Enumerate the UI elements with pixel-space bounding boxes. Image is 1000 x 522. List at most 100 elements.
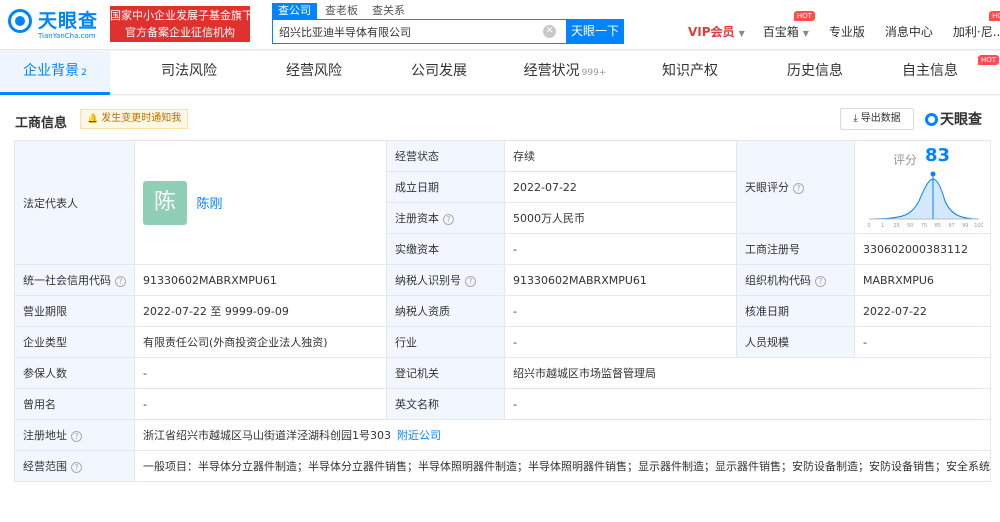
tab-intellectual-property[interactable]: 知识产权 <box>635 51 745 95</box>
insured-value: - <box>134 357 387 389</box>
help-icon[interactable]: ? <box>71 462 82 473</box>
address-value: 浙江省绍兴市越城区马山街道洋泾湖科创园1号303 <box>143 429 391 442</box>
tab-history-info[interactable]: 历史信息 <box>760 51 870 95</box>
hot-badge: HOT <box>977 55 999 65</box>
vip-label: VIP会员 <box>688 24 735 39</box>
tab-label: 历史信息 <box>787 63 843 79</box>
english-name-label: 英文名称 <box>386 388 505 420</box>
clear-icon[interactable]: ✕ <box>543 25 556 38</box>
treasure-box-menu[interactable]: 百宝箱 ▼ HOT <box>762 10 815 40</box>
user-name: 加利·尼... <box>952 24 1000 39</box>
reg-capital-value: 5000万人民币 <box>504 202 737 234</box>
top-header: 天眼查 TianYanCha.com 国家中小企业发展子基金旗下 官方备案企业征… <box>0 0 1000 50</box>
former-name-value: - <box>134 388 387 420</box>
tab-label: 自主信息 <box>902 63 958 79</box>
tianyan-score-label-cell: 天眼评分? <box>736 140 855 234</box>
status-label: 经营状态 <box>386 140 505 172</box>
banner-line-1: 国家中小企业发展子基金旗下 <box>110 9 253 22</box>
credit-code-label: 统一社会信用代码 <box>23 274 111 287</box>
score-value: 83 <box>925 145 951 166</box>
pro-version-link[interactable]: 专业版 <box>829 23 865 40</box>
score-tick-label: 100 <box>974 223 983 229</box>
business-info-table: 法定代表人 陈 陈刚 经营状态 存续 天眼评分? 评分 83 0 1 25 50 75 8… <box>14 140 991 482</box>
tab-enterprise-background[interactable]: 企业背景 2 <box>0 51 110 95</box>
tab-business-status[interactable]: 经营状况 999+ <box>510 51 620 95</box>
official-banner[interactable]: 国家中小企业发展子基金旗下 官方备案企业征信机构 <box>110 6 253 42</box>
help-icon[interactable]: ? <box>465 276 476 287</box>
taxpayer-id-label: 纳税人识别号 <box>395 274 461 287</box>
tianyancha-logo[interactable]: 天眼查 TianYanCha.com <box>8 6 108 44</box>
tab-label: 企业背景 <box>23 63 80 79</box>
score-ticks: 0 1 25 50 75 85 97 99 100 <box>867 223 983 229</box>
org-code-label-cell: 组织机构代码? <box>736 264 855 296</box>
approval-date-label: 核准日期 <box>736 295 855 327</box>
paid-capital-label: 实缴资本 <box>386 233 505 265</box>
search-button[interactable]: 天眼一下 <box>566 19 624 44</box>
established-value: 2022-07-22 <box>504 171 737 203</box>
help-icon[interactable]: ? <box>443 214 454 225</box>
tab-count: 999+ <box>581 68 607 78</box>
help-icon[interactable]: ? <box>815 276 826 287</box>
tab-count: 2 <box>81 68 87 78</box>
help-icon[interactable]: ? <box>115 276 126 287</box>
legal-rep-label: 法定代表人 <box>14 140 135 265</box>
help-icon[interactable]: ? <box>793 183 804 194</box>
tab-label: 公司发展 <box>411 63 467 79</box>
tab-label: 司法风险 <box>161 63 217 79</box>
established-label: 成立日期 <box>386 171 505 203</box>
score-tick-label: 85 <box>935 223 941 229</box>
export-data-button[interactable]: ⤓ 导出数据 <box>840 108 914 130</box>
industry-value: - <box>504 326 737 358</box>
nearby-companies-link[interactable]: 附近公司 <box>397 429 441 442</box>
change-notify-button[interactable]: 🔔 发生变更时通知我 <box>80 109 189 129</box>
chevron-down-icon: ▼ <box>802 28 809 38</box>
header-nav: VIP会员▼ 百宝箱▼HOT 专业版 消息中心 加利·尼...HOT <box>688 10 1000 40</box>
message-center-link[interactable]: 消息中心 <box>885 23 933 40</box>
search-tab-company[interactable]: 查公司 <box>272 3 317 19</box>
org-code-label: 组织机构代码 <box>745 274 811 287</box>
user-account-menu[interactable]: 加利·尼... HOT <box>952 10 1000 40</box>
search-box: ✕ 天眼一下 <box>272 19 624 44</box>
tab-self-info[interactable]: 自主信息 HOT <box>875 51 999 95</box>
eye-logo-icon <box>925 113 938 126</box>
score-tick-label: 99 <box>962 223 968 229</box>
search-input[interactable] <box>273 20 535 43</box>
taxpayer-qual-label: 纳税人资质 <box>386 295 505 327</box>
search-tab-boss[interactable]: 查老板 <box>319 3 364 19</box>
scope-label: 经营范围 <box>23 460 67 473</box>
search-tab-relation[interactable]: 查关系 <box>366 3 411 19</box>
address-label: 注册地址 <box>23 429 67 442</box>
term-label: 营业期限 <box>14 295 135 327</box>
paid-capital-value: - <box>504 233 737 265</box>
business-info-panel: 工商信息 🔔 发生变更时通知我 ⤓ 导出数据 天眼查 法定代表人 陈 陈刚 经营状… <box>0 96 1000 522</box>
brand-watermark: 天眼查 <box>925 109 982 129</box>
taxpayer-qual-value: - <box>504 295 737 327</box>
hot-badge: HOT <box>989 10 1000 21</box>
score-tick-label: 97 <box>948 223 954 229</box>
help-icon[interactable]: ? <box>71 431 82 442</box>
score-tick-label: 75 <box>921 223 927 229</box>
logo-name: 天眼查 <box>38 10 99 32</box>
score-curve-area <box>868 178 980 220</box>
tab-judicial-risk[interactable]: 司法风险 <box>134 51 244 95</box>
legal-rep-name-link[interactable]: 陈刚 <box>197 197 223 212</box>
status-value: 存续 <box>504 140 737 172</box>
company-tabs: 企业背景 2 司法风险 经营风险 公司发展 经营状况 999+ 知识产权 历史信息 … <box>0 51 1000 95</box>
staff-size-value: - <box>854 326 991 358</box>
insured-label: 参保人数 <box>14 357 135 389</box>
reg-capital-label: 注册资本 <box>395 212 439 225</box>
tab-operational-risk[interactable]: 经营风险 <box>259 51 369 95</box>
chevron-down-icon: ▼ <box>738 28 745 38</box>
legal-rep-cell: 陈 陈刚 <box>134 140 387 265</box>
download-icon: ⤓ <box>853 113 858 124</box>
score-tick-label: 0 <box>867 223 870 229</box>
brand-name: 天眼查 <box>940 112 982 128</box>
vip-member-menu[interactable]: VIP会员 ▼ <box>688 23 745 40</box>
hot-badge: HOT <box>793 10 815 21</box>
english-name-value: - <box>504 388 991 420</box>
treasure-box-label: 百宝箱 <box>762 24 799 39</box>
tab-label: 经营状况 <box>523 63 580 79</box>
tab-company-development[interactable]: 公司发展 <box>384 51 494 95</box>
company-type-value: 有限责任公司(外商投资企业法人独资) <box>134 326 387 358</box>
address-label-cell: 注册地址? <box>14 419 135 451</box>
